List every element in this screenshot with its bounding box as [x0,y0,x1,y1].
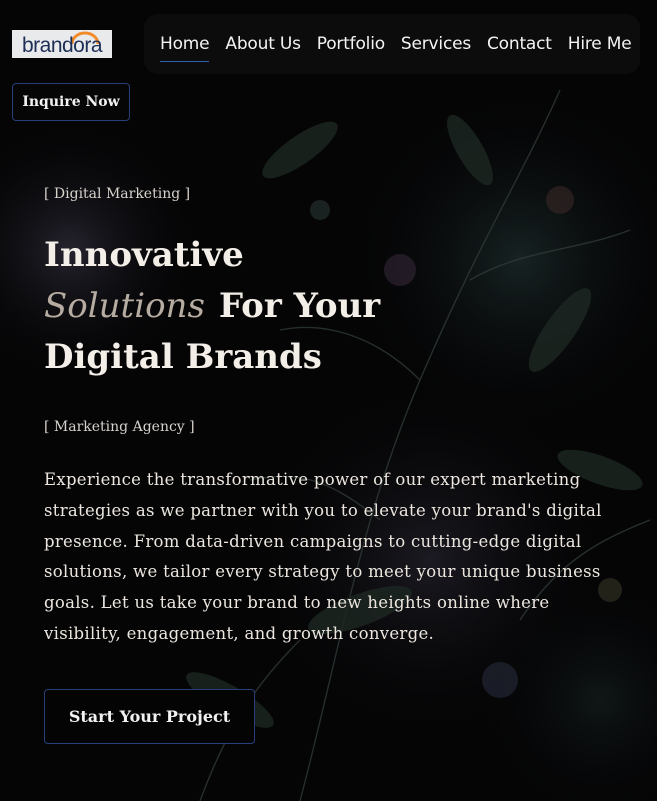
hero-tag: [ Digital Marketing ] [44,186,191,202]
headline-line-3: Digital Brands [44,337,322,377]
start-project-button[interactable]: Start Your Project [44,689,255,744]
nav-item-about-us[interactable]: About Us [225,34,301,54]
inquire-now-button[interactable]: Inquire Now [12,83,130,121]
headline-line-1: Innovative [44,235,244,275]
nav-item-services[interactable]: Services [401,34,471,54]
hero-subtag: [ Marketing Agency ] [44,419,195,435]
nav-item-contact[interactable]: Contact [487,34,552,54]
logo-text: brandora [21,34,103,57]
brand-logo[interactable]: brandora [12,30,112,58]
hero-description: Experience the transformative power of o… [44,470,602,643]
main-navigation: Home About Us Portfolio Services Contact… [144,14,640,74]
nav-item-home[interactable]: Home [160,34,210,62]
headline-line-2: For Your [218,286,381,326]
headline-italic-word: Solutions [44,286,205,326]
nav-item-portfolio[interactable]: Portfolio [317,34,385,54]
hero-headline: Innovative Solutions For Your Digital Bra… [44,230,604,383]
nav-item-hire-me[interactable]: Hire Me [568,34,632,54]
